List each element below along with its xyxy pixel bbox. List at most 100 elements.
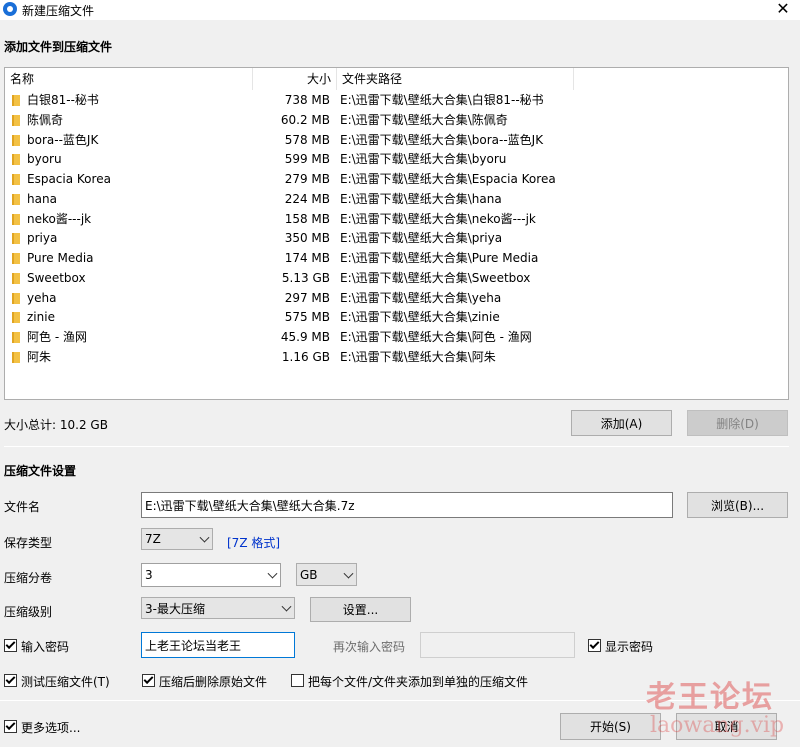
file-list[interactable]: 名称 大小 文件夹路径 白银81--秘书 738 MB E:\迅雷下载\壁纸大合集\… <box>4 67 789 400</box>
title-bar <box>0 0 800 20</box>
table-row[interactable]: Pure Media 174 MB E:\迅雷下载\壁纸大合集\Pure Media <box>5 248 788 268</box>
more-options-checkbox[interactable] <box>4 720 17 733</box>
app-icon <box>3 2 17 16</box>
type-select-value: 7Z <box>145 532 161 546</box>
test-archive-checkbox[interactable] <box>4 674 17 687</box>
table-row[interactable]: 阿色 - 渔网 45.9 MB E:\迅雷下载\壁纸大合集\阿色 - 渔网 <box>5 327 788 347</box>
folder-icon <box>12 312 20 324</box>
row-size: 5.13 GB <box>281 270 330 285</box>
chevron-down-icon <box>267 568 278 579</box>
split-unit-select[interactable]: GB <box>296 563 357 586</box>
row-name: Pure Media <box>27 251 94 265</box>
table-row[interactable]: zinie 575 MB E:\迅雷下载\壁纸大合集\zinie <box>5 307 788 327</box>
add-button[interactable]: 添加(A) <box>571 410 672 436</box>
divider <box>4 446 789 447</box>
folder-icon <box>12 154 20 166</box>
delete-after-label[interactable]: 压缩后删除原始文件 <box>159 673 267 690</box>
row-size: 174 MB <box>284 251 330 265</box>
row-size: 297 MB <box>284 290 330 305</box>
add-files-section-title: 添加文件到压缩文件 <box>4 40 113 54</box>
settings-button[interactable]: 设置... <box>310 597 411 622</box>
reenter-password-input[interactable] <box>420 632 575 658</box>
watermark-url: laowang.vip <box>650 713 785 738</box>
delete-after-checkbox[interactable] <box>142 674 155 687</box>
table-row[interactable]: yeha 297 MB E:\迅雷下载\壁纸大合集\yeha <box>5 288 788 308</box>
folder-icon <box>12 174 20 185</box>
table-row[interactable]: neko酱---jk 158 MB E:\迅雷下载\壁纸大合集\neko酱---jk <box>5 209 788 229</box>
file-list-header: 名称 大小 文件夹路径 <box>5 68 788 90</box>
row-path: E:\迅雷下载\壁纸大合集\hana <box>340 191 502 206</box>
row-size: 158 MB <box>284 211 330 226</box>
type-label: 保存类型 <box>4 536 53 550</box>
more-options-label[interactable]: 更多选项... <box>21 719 80 736</box>
password-input[interactable]: 上老王论坛当老王 <box>141 632 295 658</box>
column-path[interactable]: 文件夹路径 <box>337 68 574 90</box>
split-combo[interactable]: 3 <box>141 563 281 587</box>
row-path: E:\迅雷下载\壁纸大合集\白银81--秘书 <box>340 93 544 107</box>
chevron-down-icon <box>199 532 210 543</box>
row-path: E:\迅雷下载\壁纸大合集\Sweetbox <box>340 270 531 285</box>
filename-input[interactable]: E:\迅雷下载\壁纸大合集\壁纸大合集.7z <box>141 492 673 518</box>
row-name: 白银81--秘书 <box>27 93 99 107</box>
password-checkbox[interactable] <box>4 639 17 652</box>
total-size-label: 大小总计: 10.2 GB <box>4 418 108 432</box>
close-icon[interactable]: ✕ <box>772 0 794 19</box>
table-row[interactable]: priya 350 MB E:\迅雷下载\壁纸大合集\priya <box>5 228 788 248</box>
table-row[interactable]: hana 224 MB E:\迅雷下载\壁纸大合集\hana <box>5 189 788 209</box>
row-name: 阿朱 <box>27 349 52 364</box>
watermark-text: 老王论坛 <box>646 680 774 715</box>
row-size: 575 MB <box>284 310 330 325</box>
table-row[interactable]: bora--蓝色JK 578 MB E:\迅雷下载\壁纸大合集\bora--蓝色JK <box>5 130 788 150</box>
row-size: 224 MB <box>284 191 330 206</box>
split-label: 压缩分卷 <box>4 571 53 585</box>
table-row[interactable]: 白银81--秘书 738 MB E:\迅雷下载\壁纸大合集\白银81--秘书 <box>5 90 788 110</box>
table-row[interactable]: 陈佩奇 60.2 MB E:\迅雷下载\壁纸大合集\陈佩奇 <box>5 110 788 130</box>
row-name: neko酱---jk <box>27 211 92 226</box>
row-name: bora--蓝色JK <box>27 132 99 147</box>
row-size: 60.2 MB <box>280 112 330 127</box>
folder-icon <box>12 134 20 146</box>
level-select[interactable]: 3-最大压缩 <box>141 597 295 619</box>
delete-button[interactable]: 删除(D) <box>687 410 788 436</box>
split-combo-value: 3 <box>145 568 153 582</box>
show-password-checkbox[interactable] <box>588 639 601 652</box>
folder-icon <box>12 351 20 363</box>
row-name: Sweetbox <box>27 270 86 285</box>
row-size: 350 MB <box>284 231 330 246</box>
row-name: 阿色 - 渔网 <box>27 330 87 344</box>
row-path: E:\迅雷下载\壁纸大合集\byoru <box>340 152 507 167</box>
row-path: E:\迅雷下载\壁纸大合集\Espacia Korea <box>340 172 556 186</box>
table-row[interactable]: 阿朱 1.16 GB E:\迅雷下载\壁纸大合集\阿朱 <box>5 347 788 367</box>
reenter-password-label: 再次输入密码 <box>333 640 406 654</box>
row-name: priya <box>27 231 58 246</box>
password-label[interactable]: 输入密码 <box>21 638 69 655</box>
row-path: E:\迅雷下载\壁纸大合集\陈佩奇 <box>340 112 508 127</box>
row-path: E:\迅雷下载\壁纸大合集\Pure Media <box>340 251 539 265</box>
folder-icon <box>12 233 20 245</box>
row-name: hana <box>27 191 57 206</box>
type-format-link[interactable]: [7Z 格式] <box>227 534 280 551</box>
split-unit-value: GB <box>300 567 318 582</box>
test-archive-label[interactable]: 测试压缩文件(T) <box>21 673 110 690</box>
separate-archives-label[interactable]: 把每个文件/文件夹添加到单独的压缩文件 <box>308 673 528 690</box>
row-size: 279 MB <box>284 172 330 186</box>
column-name[interactable]: 名称 <box>5 68 253 90</box>
folder-icon <box>12 272 20 284</box>
row-size: 599 MB <box>284 152 330 167</box>
show-password-label[interactable]: 显示密码 <box>605 638 653 655</box>
level-label: 压缩级别 <box>4 605 53 619</box>
folder-icon <box>12 193 20 205</box>
type-select[interactable]: 7Z <box>141 528 213 550</box>
table-row[interactable]: Sweetbox 5.13 GB E:\迅雷下载\壁纸大合集\Sweetbox <box>5 268 788 288</box>
row-path: E:\迅雷下载\壁纸大合集\yeha <box>340 290 502 305</box>
table-row[interactable]: Espacia Korea 279 MB E:\迅雷下载\壁纸大合集\Espacia… <box>5 169 788 189</box>
chevron-down-icon <box>343 568 354 579</box>
row-name: zinie <box>27 310 55 325</box>
browse-button[interactable]: 浏览(B)... <box>687 492 788 518</box>
column-size[interactable]: 大小 <box>253 68 337 90</box>
separate-archives-checkbox[interactable] <box>291 674 304 687</box>
folder-icon <box>12 332 20 343</box>
table-row[interactable]: byoru 599 MB E:\迅雷下载\壁纸大合集\byoru <box>5 149 788 169</box>
row-path: E:\迅雷下载\壁纸大合集\阿色 - 渔网 <box>340 330 532 344</box>
start-button[interactable]: 开始(S) <box>560 713 661 740</box>
